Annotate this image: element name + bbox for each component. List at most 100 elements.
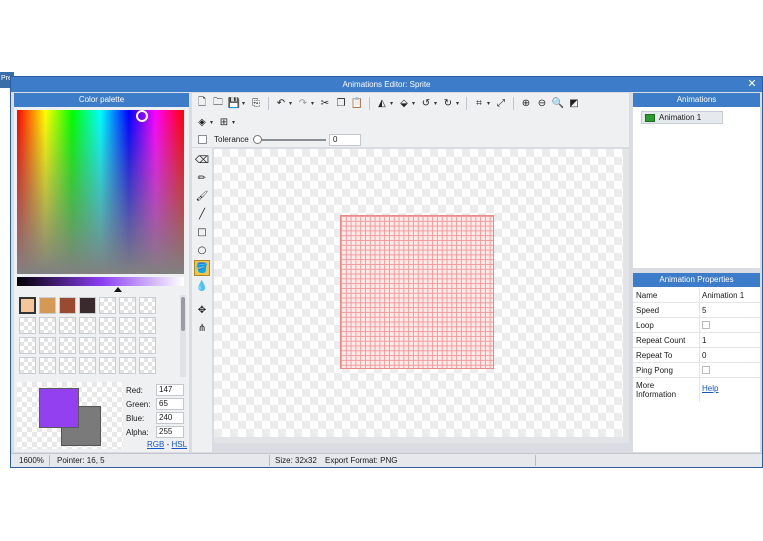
pencil-icon[interactable]: ✏ xyxy=(194,170,210,186)
save-icon[interactable]: 💾 xyxy=(226,95,242,111)
canvas-horizontal-scrollbar[interactable] xyxy=(214,437,629,443)
prop-name-value[interactable]: Animation 1 xyxy=(699,288,760,303)
empty-swatch[interactable] xyxy=(119,297,136,314)
canvas-vertical-scrollbar[interactable] xyxy=(623,149,629,437)
empty-swatch[interactable] xyxy=(39,337,56,354)
empty-swatch[interactable] xyxy=(139,337,156,354)
empty-swatch[interactable] xyxy=(119,337,136,354)
animations-editor-window: Animations Editor: Sprite ✕ Color palett… xyxy=(10,76,763,468)
empty-swatch[interactable] xyxy=(119,357,136,374)
prop-repeat-count-value[interactable]: 1 xyxy=(699,333,760,348)
brush-icon[interactable]: 🖌 xyxy=(194,188,210,204)
close-icon[interactable]: ✕ xyxy=(746,77,758,92)
flip-vertical-icon[interactable]: ⬙ xyxy=(396,95,412,111)
empty-swatch[interactable] xyxy=(59,357,76,374)
color-swatch[interactable] xyxy=(19,297,36,314)
layers-icon[interactable]: ◈ xyxy=(194,114,210,130)
film-icon xyxy=(645,113,655,122)
hsl-link[interactable]: HSL xyxy=(171,440,187,449)
spectrum-picker-handle[interactable] xyxy=(136,110,148,122)
empty-swatch[interactable] xyxy=(139,317,156,334)
sprite-pixel-grid[interactable] xyxy=(340,215,494,369)
color-palette-header: Color palette xyxy=(14,93,189,107)
line-icon[interactable]: ╱ xyxy=(194,206,210,222)
rotate-right-icon[interactable]: ↻ xyxy=(440,95,456,111)
rotate-left-icon[interactable]: ↺ xyxy=(418,95,434,111)
loop-checkbox[interactable] xyxy=(702,321,710,329)
resize-icon[interactable]: ⤢ xyxy=(493,95,509,111)
empty-swatch[interactable] xyxy=(79,317,96,334)
drawing-canvas[interactable] xyxy=(214,149,623,437)
animations-header: Animations xyxy=(633,93,760,107)
empty-swatch[interactable] xyxy=(59,337,76,354)
toolbar-divider xyxy=(268,96,269,110)
ping-pong-checkbox[interactable] xyxy=(702,366,710,374)
empty-swatch[interactable] xyxy=(99,337,116,354)
red-input[interactable]: 147 xyxy=(156,384,184,396)
paste-icon[interactable]: 📋 xyxy=(349,95,365,111)
swatch-scrollbar[interactable] xyxy=(180,295,186,377)
tolerance-slider[interactable] xyxy=(256,139,326,141)
new-file-icon[interactable]: 🗋 xyxy=(194,95,210,111)
empty-swatch[interactable] xyxy=(99,357,116,374)
open-folder-icon[interactable]: 🗀 xyxy=(210,95,226,111)
tolerance-checkbox[interactable] xyxy=(198,135,207,144)
color-swatch[interactable] xyxy=(79,297,96,314)
lightness-slider[interactable] xyxy=(17,277,184,286)
eyedropper-icon[interactable]: 💧 xyxy=(194,278,210,294)
rectangle-icon[interactable]: □ xyxy=(194,224,210,240)
prop-speed-value[interactable]: 5 xyxy=(699,303,760,318)
zoom-out-icon[interactable]: ⊖ xyxy=(534,95,550,111)
crop-icon[interactable]: ⌗ xyxy=(471,95,487,111)
undo-icon[interactable]: ↶ xyxy=(273,95,289,111)
grid-dropdown-icon[interactable]: ▾ xyxy=(232,119,238,126)
empty-swatch[interactable] xyxy=(79,337,96,354)
redo-icon[interactable]: ↷ xyxy=(295,95,311,111)
color-swatch[interactable] xyxy=(59,297,76,314)
empty-swatch[interactable] xyxy=(39,317,56,334)
empty-swatch[interactable] xyxy=(139,357,156,374)
cut-icon[interactable]: ✂ xyxy=(317,95,333,111)
pointer-position: Pointer: 16, 5 xyxy=(57,456,105,465)
copy-icon[interactable]: ❐ xyxy=(333,95,349,111)
rgb-link[interactable]: RGB xyxy=(147,440,164,449)
eraser-icon[interactable]: ⌫ xyxy=(194,152,210,168)
tolerance-slider-handle[interactable] xyxy=(253,135,262,144)
help-link[interactable]: Help xyxy=(702,384,718,393)
empty-swatch[interactable] xyxy=(19,357,36,374)
color-palette-panel: Color palette Red: 147 Green: 65 Blue: 2… xyxy=(14,93,189,452)
ellipse-icon[interactable]: ○ xyxy=(194,242,210,258)
empty-swatch[interactable] xyxy=(19,337,36,354)
empty-swatch[interactable] xyxy=(19,317,36,334)
prop-more-info-row: More Information Help xyxy=(633,378,760,402)
rotate-right-dropdown-icon[interactable]: ▾ xyxy=(456,100,462,107)
empty-swatch[interactable] xyxy=(39,357,56,374)
empty-swatch[interactable] xyxy=(139,297,156,314)
alpha-input[interactable]: 255 xyxy=(156,426,184,438)
green-input[interactable]: 65 xyxy=(156,398,184,410)
move-icon[interactable]: ✥ xyxy=(194,302,210,318)
fill-bucket-icon[interactable]: 🪣 xyxy=(194,260,210,276)
prop-repeat-to-value[interactable]: 0 xyxy=(699,348,760,363)
tolerance-input[interactable]: 0 xyxy=(329,134,361,146)
color-swatch[interactable] xyxy=(39,297,56,314)
export-icon[interactable]: ⎘ xyxy=(248,95,264,111)
primary-color-swatch[interactable] xyxy=(39,388,79,428)
flip-horizontal-icon[interactable]: ◭ xyxy=(374,95,390,111)
zoom-in-icon[interactable]: ⊕ xyxy=(518,95,534,111)
lightness-marker-icon[interactable] xyxy=(114,287,122,292)
grid-icon[interactable]: ⊞ xyxy=(216,114,232,130)
prop-more-info-value: Help xyxy=(699,378,760,402)
empty-swatch[interactable] xyxy=(99,297,116,314)
empty-swatch[interactable] xyxy=(119,317,136,334)
blue-input[interactable]: 240 xyxy=(156,412,184,424)
select-icon[interactable]: ⋔ xyxy=(194,320,210,336)
prop-repeat-count-row: Repeat Count 1 xyxy=(633,333,760,348)
animation-list-item[interactable]: Animation 1 xyxy=(641,111,723,124)
empty-swatch[interactable] xyxy=(79,357,96,374)
empty-swatch[interactable] xyxy=(59,317,76,334)
color-spectrum[interactable] xyxy=(17,110,184,274)
empty-swatch[interactable] xyxy=(99,317,116,334)
zoom-actual-icon[interactable]: 🔍 xyxy=(550,95,566,111)
grid-toggle-icon[interactable]: ◩ xyxy=(566,95,582,111)
